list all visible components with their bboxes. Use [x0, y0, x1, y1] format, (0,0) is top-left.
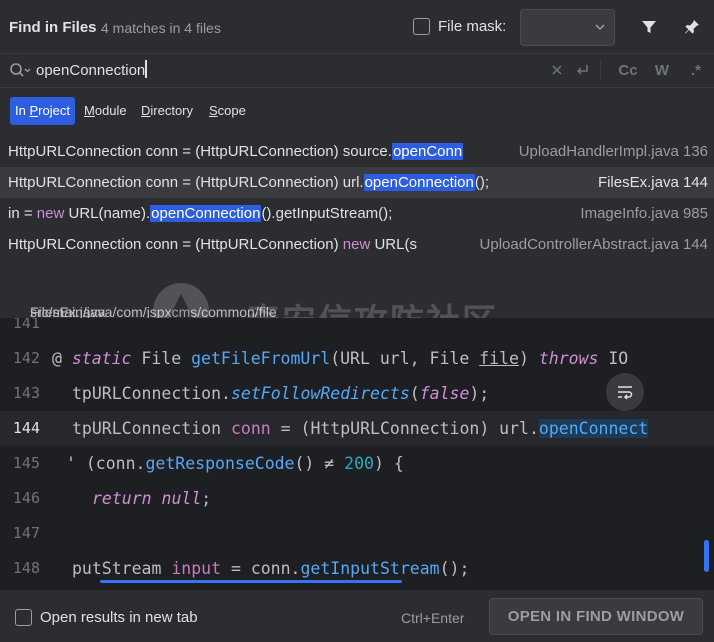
result-suffix: (); — [474, 174, 490, 191]
result-prefix: HttpURLConnection conn = (HttpURLConnect… — [8, 236, 343, 253]
filter-icon[interactable] — [637, 15, 661, 39]
tab-in-project[interactable]: In Project — [10, 97, 75, 125]
result-row[interactable]: HttpURLConnection conn = (HttpURLConnect… — [0, 136, 714, 167]
usage-underline — [100, 580, 402, 583]
tab-scope[interactable]: Scope — [204, 97, 251, 125]
result-row-selected[interactable]: HttpURLConnection conn = (HttpURLConnect… — [0, 167, 714, 198]
dialog-footer: Open results in new tab Ctrl+Enter OPEN … — [0, 590, 714, 642]
shortcut-hint: Ctrl+Enter — [401, 610, 465, 626]
chevron-down-icon — [595, 24, 605, 31]
separator — [600, 60, 606, 80]
line-number: 148 — [12, 559, 40, 577]
file-mask-select[interactable] — [520, 9, 615, 46]
scrollbar-thumb[interactable] — [704, 540, 709, 572]
result-row[interactable]: in = new URL(name).openConnection().getI… — [0, 198, 714, 229]
search-icon[interactable] — [9, 62, 31, 80]
clear-icon[interactable] — [550, 63, 564, 77]
match-case-button[interactable]: Cc — [616, 62, 640, 79]
result-middle: URL(s — [370, 236, 417, 253]
result-prefix: HttpURLConnection conn = (HttpURLConnect… — [8, 143, 392, 160]
dialog-title: Find in Files — [9, 19, 97, 36]
result-code: in = new URL(name).openConnection().getI… — [8, 198, 392, 229]
file-mask-label: File mask: — [438, 18, 507, 35]
result-keyword: new — [36, 205, 65, 222]
line-number: 144 — [12, 419, 40, 437]
code-line: 145 ' (conn.getResponseCode() ≠ 200) { — [0, 446, 714, 481]
open-new-tab-label: Open results in new tab — [40, 609, 198, 626]
find-header: Find in Files 4 matches in 4 files File … — [0, 0, 714, 54]
scope-tabs: In Project Module Directory Scope — [0, 88, 714, 132]
result-match: openConn — [391, 143, 464, 160]
search-input[interactable]: openConnection — [36, 60, 147, 79]
open-in-find-window-button[interactable]: OPEN IN FIND WINDOW — [489, 598, 703, 635]
result-file: FilesEx.java 144 — [593, 167, 708, 198]
regex-button[interactable]: .* — [684, 62, 708, 79]
search-tools: Cc W .* — [550, 60, 708, 80]
result-code: HttpURLConnection conn = (HttpURLConnect… — [8, 167, 489, 198]
open-new-tab-checkbox[interactable] — [15, 609, 32, 626]
result-suffix: ().getInputStream(); — [261, 205, 393, 222]
code-line: 146 return null; — [0, 481, 714, 516]
soft-wrap-button[interactable] — [606, 373, 644, 411]
preview-file-path: FilesEx.java src/main/java/com/jspxcms/c… — [15, 296, 277, 320]
result-code: HttpURLConnection conn = (HttpURLConnect… — [8, 229, 417, 260]
line-number: 146 — [12, 489, 40, 507]
whole-words-button[interactable]: W — [650, 62, 674, 79]
code-line-current: 144 tpURLConnection conn = (HttpURLConne… — [0, 411, 714, 446]
pin-icon[interactable] — [680, 15, 704, 39]
text-caret — [145, 60, 147, 78]
result-prefix: HttpURLConnection conn = (HttpURLConnect… — [8, 174, 364, 191]
code-line: 147 — [0, 516, 714, 551]
file-mask-toggle[interactable]: File mask: — [413, 18, 506, 35]
result-row[interactable]: HttpURLConnection conn = (HttpURLConnect… — [0, 229, 714, 260]
code-line: 141 — [0, 318, 714, 341]
search-query: openConnection — [36, 62, 146, 79]
result-prefix: in = — [8, 205, 37, 222]
line-number: 143 — [12, 384, 40, 402]
result-code: HttpURLConnection conn = (HttpURLConnect… — [8, 136, 464, 167]
code-preview[interactable]: 141 142 @ static File getFileFromUrl(URL… — [0, 318, 714, 590]
line-number: 142 — [12, 349, 40, 367]
results-list: HttpURLConnection conn = (HttpURLConnect… — [0, 136, 714, 260]
soft-wrap-icon — [618, 386, 633, 400]
result-file: UploadControllerAbstract.java 144 — [475, 229, 708, 260]
search-bar: openConnection Cc W .* — [0, 54, 714, 88]
result-file: ImageInfo.java 985 — [576, 198, 708, 229]
result-match: openConnection — [150, 205, 262, 222]
code-line: 142 @ static File getFileFromUrl(URL url… — [0, 341, 714, 376]
result-keyword: new — [342, 236, 371, 253]
file-mask-checkbox[interactable] — [413, 18, 430, 35]
result-middle: URL(name). — [64, 205, 151, 222]
line-number: 141 — [12, 318, 40, 332]
result-match: openConnection — [363, 174, 475, 191]
result-file: UploadHandlerImpl.java 136 — [514, 136, 708, 167]
newline-icon[interactable] — [574, 62, 590, 78]
line-number: 145 — [12, 454, 40, 472]
tab-module[interactable]: Module — [79, 97, 132, 125]
match-count: 4 matches in 4 files — [101, 20, 221, 36]
tab-directory[interactable]: Directory — [136, 97, 198, 125]
line-number: 147 — [12, 524, 40, 542]
